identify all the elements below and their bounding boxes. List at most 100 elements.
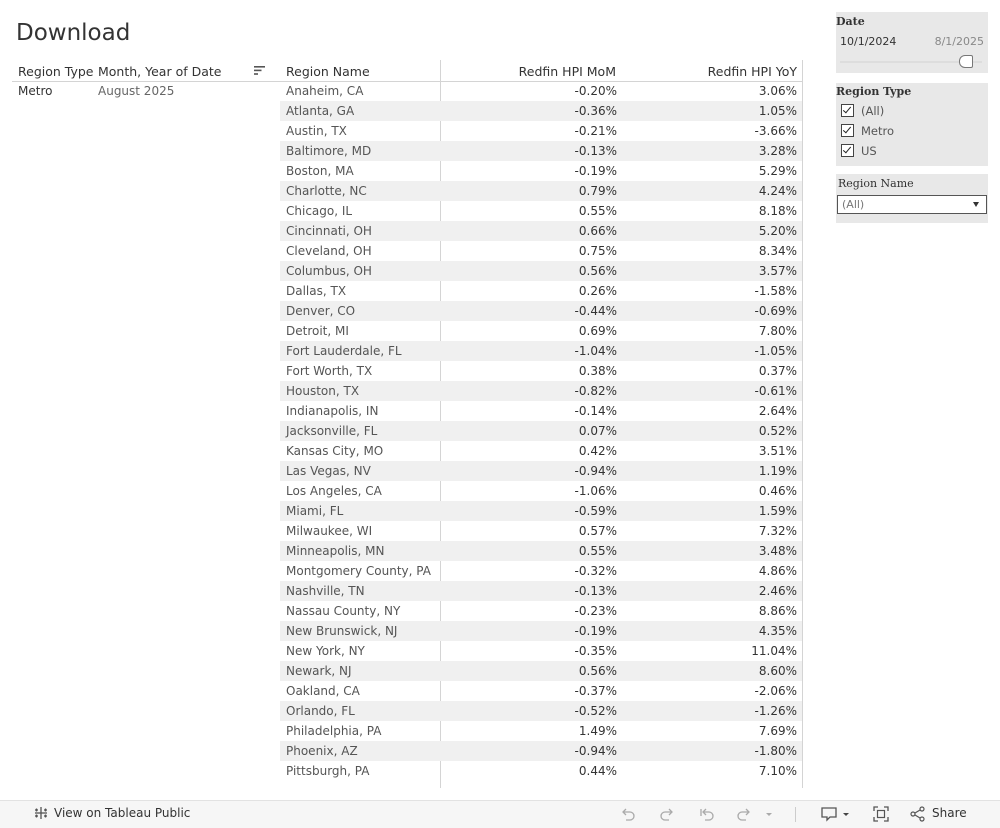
cell-yoy: 2.64% [758, 404, 797, 418]
cell-mom: -0.59% [574, 504, 617, 518]
fullscreen-icon[interactable] [873, 806, 889, 822]
table-row[interactable]: Pittsburgh, PA 0.44% 7.10% [280, 761, 802, 781]
region-name-dropdown[interactable]: (All) [837, 195, 987, 214]
cell-yoy: 8.60% [758, 664, 797, 678]
comment-icon[interactable] [821, 806, 837, 822]
header-region-type[interactable]: Region Type [18, 64, 93, 79]
cell-region-name: Austin, TX [286, 124, 347, 138]
header-month-year[interactable]: Month, Year of Date [98, 64, 221, 79]
filter-option-us[interactable]: US [841, 144, 877, 158]
redo-icon[interactable] [659, 806, 675, 822]
cell-yoy: 0.37% [758, 364, 797, 378]
table-row[interactable]: Milwaukee, WI 0.57% 7.32% [280, 521, 802, 541]
cell-yoy: -1.05% [754, 344, 797, 358]
cell-region-name: Nassau County, NY [286, 604, 401, 618]
table-row[interactable]: Jacksonville, FL 0.07% 0.52% [280, 421, 802, 441]
table-row[interactable]: Denver, CO -0.44% -0.69% [280, 301, 802, 321]
cell-mom: -0.21% [574, 124, 617, 138]
date-slider-handle[interactable] [959, 55, 973, 68]
cell-region-name: Columbus, OH [286, 264, 372, 278]
table-row[interactable]: Phoenix, AZ -0.94% -1.80% [280, 741, 802, 761]
cell-yoy: 7.32% [758, 524, 797, 538]
undo-icon[interactable] [620, 806, 636, 822]
checkbox-checked-icon[interactable] [841, 124, 854, 137]
filter-option-metro[interactable]: Metro [841, 124, 894, 138]
cell-yoy: 3.57% [758, 264, 797, 278]
table-row[interactable]: Kansas City, MO 0.42% 3.51% [280, 441, 802, 461]
table-row[interactable]: Columbus, OH 0.56% 3.57% [280, 261, 802, 281]
table-row[interactable]: Fort Lauderdale, FL -1.04% -1.05% [280, 341, 802, 361]
table-row[interactable]: Montgomery County, PA -0.32% 4.86% [280, 561, 802, 581]
table-row[interactable]: Miami, FL -0.59% 1.59% [280, 501, 802, 521]
cell-region-name: Anaheim, CA [286, 84, 364, 98]
table-row[interactable]: Anaheim, CA -0.20% 3.06% [280, 81, 802, 101]
cell-month-year: August 2025 [98, 84, 175, 98]
chevron-down-icon[interactable] [841, 806, 851, 822]
cell-mom: 0.69% [578, 324, 617, 338]
chevron-down-icon [973, 202, 979, 207]
cell-yoy: 3.06% [758, 84, 797, 98]
date-start[interactable]: 10/1/2024 [840, 35, 896, 48]
revert-icon[interactable] [699, 806, 715, 822]
checkbox-checked-icon[interactable] [841, 104, 854, 117]
filter-option-label: Metro [861, 124, 895, 138]
cell-yoy: 4.24% [758, 184, 797, 198]
cell-region-name: Orlando, FL [286, 704, 355, 718]
cell-mom: -0.14% [574, 404, 617, 418]
table-row[interactable]: Austin, TX -0.21% -3.66% [280, 121, 802, 141]
table-row[interactable]: Fort Worth, TX 0.38% 0.37% [280, 361, 802, 381]
header-mom[interactable]: Redfin HPI MoM [519, 64, 616, 79]
table-row[interactable]: Boston, MA -0.19% 5.29% [280, 161, 802, 181]
table-row[interactable]: Detroit, MI 0.69% 7.80% [280, 321, 802, 341]
cell-mom: 0.75% [578, 244, 617, 258]
sort-icon[interactable] [254, 65, 266, 76]
table-row[interactable]: Chicago, IL 0.55% 8.18% [280, 201, 802, 221]
table-row[interactable]: Charlotte, NC 0.79% 4.24% [280, 181, 802, 201]
share-icon[interactable] [910, 806, 926, 822]
table-row[interactable]: Dallas, TX 0.26% -1.58% [280, 281, 802, 301]
chevron-down-icon[interactable] [764, 806, 774, 822]
share-button[interactable]: Share [932, 806, 967, 820]
checkbox-checked-icon[interactable] [841, 144, 854, 157]
table-row[interactable]: Orlando, FL -0.52% -1.26% [280, 701, 802, 721]
table-row[interactable]: Minneapolis, MN 0.55% 3.48% [280, 541, 802, 561]
filter-option-all[interactable]: (All) [841, 104, 884, 118]
cell-mom: -0.23% [574, 604, 617, 618]
date-end[interactable]: 8/1/2025 [935, 35, 984, 48]
cell-yoy: 1.05% [758, 104, 797, 118]
cell-yoy: -1.80% [754, 744, 797, 758]
cell-region-name: Chicago, IL [286, 204, 353, 218]
table-row[interactable]: New York, NY -0.35% 11.04% [280, 641, 802, 661]
cell-yoy: 4.35% [758, 624, 797, 638]
header-region-name[interactable]: Region Name [286, 64, 370, 79]
cell-yoy: -3.66% [754, 124, 797, 138]
table-row[interactable]: Nassau County, NY -0.23% 8.86% [280, 601, 802, 621]
table-row[interactable]: Atlanta, GA -0.36% 1.05% [280, 101, 802, 121]
cell-mom: -0.19% [574, 624, 617, 638]
cell-region-name: Charlotte, NC [286, 184, 367, 198]
table-row[interactable]: Oakland, CA -0.37% -2.06% [280, 681, 802, 701]
cell-mom: -0.94% [574, 464, 617, 478]
table-row[interactable]: Las Vegas, NV -0.94% 1.19% [280, 461, 802, 481]
table-row[interactable]: Cincinnati, OH 0.66% 5.20% [280, 221, 802, 241]
table-row[interactable]: Philadelphia, PA 1.49% 7.69% [280, 721, 802, 741]
refresh-icon[interactable] [736, 806, 752, 822]
table-row[interactable]: Indianapolis, IN -0.14% 2.64% [280, 401, 802, 421]
table-row[interactable]: Nashville, TN -0.13% 2.46% [280, 581, 802, 601]
date-filter: Date 10/1/2024 8/1/2025 [836, 12, 988, 73]
table-row[interactable]: Newark, NJ 0.56% 8.60% [280, 661, 802, 681]
table-row[interactable]: Los Angeles, CA -1.06% 0.46% [280, 481, 802, 501]
cell-mom: -1.06% [574, 484, 617, 498]
cell-mom: -0.13% [574, 584, 617, 598]
table-row[interactable]: Baltimore, MD -0.13% 3.28% [280, 141, 802, 161]
cell-mom: 0.55% [578, 204, 617, 218]
cell-mom: -0.44% [574, 304, 617, 318]
cell-region-name: Houston, TX [286, 384, 360, 398]
view-on-tableau-link[interactable]: View on Tableau Public [34, 806, 190, 820]
cell-mom: -0.19% [574, 164, 617, 178]
table-row[interactable]: Cleveland, OH 0.75% 8.34% [280, 241, 802, 261]
cell-yoy: 1.19% [758, 464, 797, 478]
table-row[interactable]: Houston, TX -0.82% -0.61% [280, 381, 802, 401]
table-row[interactable]: New Brunswick, NJ -0.19% 4.35% [280, 621, 802, 641]
header-yoy[interactable]: Redfin HPI YoY [708, 64, 797, 79]
